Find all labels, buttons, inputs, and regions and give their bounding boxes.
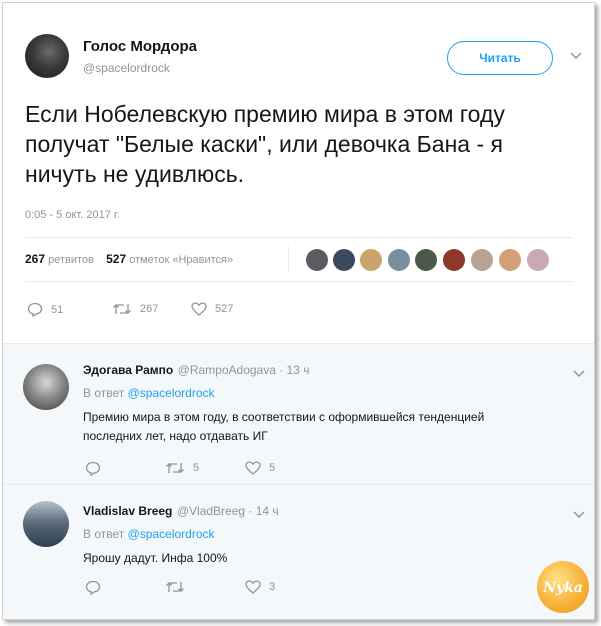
like-button[interactable]: 3: [245, 580, 275, 594]
heart-icon: [245, 461, 261, 475]
follow-button[interactable]: Читать: [447, 41, 553, 75]
reply-icon: [27, 302, 43, 317]
likes-label[interactable]: отметок «Нравится»: [129, 254, 233, 266]
divider: [25, 281, 573, 282]
reply-header: Vladislav Breeg @VladBreeg · 14 ч: [83, 502, 279, 520]
tweet-timestamp[interactable]: 0:05 - 5 окт. 2017 г.: [25, 209, 120, 221]
reply-count: 51: [51, 303, 64, 316]
liker-avatar[interactable]: [499, 249, 521, 271]
reply-text-line: последних лет, надо отдавать ИГ: [83, 429, 268, 443]
chevron-down-icon[interactable]: [570, 48, 582, 63]
retweet-icon: [166, 463, 184, 473]
liker-avatar[interactable]: [360, 249, 382, 271]
reply-button[interactable]: [85, 461, 109, 476]
tweet-card: Голос Мордора @spacelordrock Читать Если…: [2, 2, 595, 620]
reply-button[interactable]: [85, 580, 109, 595]
heart-icon: [191, 302, 207, 316]
retweet-count: 267: [140, 303, 159, 315]
svg-text:Nyka: Nyka: [543, 580, 583, 596]
divider: [25, 237, 573, 238]
reply-author-name[interactable]: Эдогава Рампо: [83, 363, 173, 377]
watermark-logo: Nyka: [537, 561, 589, 613]
like-count: 527: [215, 303, 234, 315]
tweet-stats: 267 ретвитов 527 отметок «Нравится»: [25, 252, 233, 266]
in-reply-prefix: В ответ: [83, 527, 125, 541]
like-count: 3: [269, 581, 276, 593]
retweet-button[interactable]: 267: [112, 302, 158, 316]
retweet-button[interactable]: [165, 580, 193, 594]
like-count: 5: [269, 462, 276, 474]
retweet-icon: [113, 304, 131, 314]
retweet-button[interactable]: 5: [165, 461, 199, 475]
watermark-logo-mark: Nyka: [543, 580, 583, 596]
in-reply-link[interactable]: @spacelordrock: [128, 386, 215, 400]
reply-avatar[interactable]: [23, 364, 69, 410]
reply-author-handle[interactable]: @RampoAdogava · 13 ч: [178, 363, 310, 377]
like-button[interactable]: 5: [245, 461, 275, 475]
reply-text-line: Ярошу дадут. Инфа 100%: [83, 551, 228, 565]
liker-avatar[interactable]: [415, 249, 437, 271]
retweet-icon: [166, 582, 184, 592]
in-reply-to: В ответ @spacelordrock: [83, 527, 215, 541]
reply-item: Vladislav Breeg @VladBreeg · 14 ч В отве…: [3, 484, 594, 619]
liker-avatar[interactable]: [306, 249, 328, 271]
chevron-down-icon[interactable]: [573, 507, 585, 522]
liker-avatar[interactable]: [443, 249, 465, 271]
in-reply-to: В ответ @spacelordrock: [83, 386, 215, 400]
in-reply-prefix: В ответ: [83, 386, 125, 400]
reply-author-handle[interactable]: @VladBreeg · 14 ч: [177, 504, 279, 518]
likes-count[interactable]: 527: [106, 252, 126, 266]
heart-icon: [245, 580, 261, 594]
reply-avatar[interactable]: [23, 501, 69, 547]
reply-header: Эдогава Рампо @RampoAdogava · 13 ч: [83, 361, 310, 379]
retweet-count: 5: [193, 462, 200, 474]
reply-icon: [85, 580, 101, 595]
reply-icon: [85, 461, 101, 476]
reply-button[interactable]: 51: [27, 302, 63, 317]
divider: [288, 246, 289, 272]
retweets-count[interactable]: 267: [25, 252, 45, 266]
like-button[interactable]: 527: [191, 302, 233, 316]
liker-avatar[interactable]: [471, 249, 493, 271]
reply-author-name[interactable]: Vladislav Breeg: [83, 504, 172, 518]
author-name[interactable]: Голос Мордора: [83, 38, 197, 55]
chevron-down-icon[interactable]: [573, 366, 585, 381]
liker-avatar[interactable]: [527, 249, 549, 271]
reply-text: Премию мира в этом году, в соответствии …: [83, 408, 484, 446]
author-handle[interactable]: @spacelordrock: [83, 61, 170, 75]
in-reply-link[interactable]: @spacelordrock: [128, 527, 215, 541]
tweet-text: Если Нобелевскую премию мира в этом году…: [25, 101, 505, 187]
retweets-label[interactable]: ретвитов: [48, 254, 94, 266]
author-avatar[interactable]: [25, 34, 69, 78]
liker-avatar[interactable]: [388, 249, 410, 271]
liker-avatar[interactable]: [333, 249, 355, 271]
reply-item: Эдогава Рампо @RampoAdogava · 13 ч В отв…: [3, 343, 594, 484]
reply-text-line: Премию мира в этом году, в соответствии …: [83, 410, 485, 424]
reply-text: Ярошу дадут. Инфа 100%: [83, 549, 227, 568]
